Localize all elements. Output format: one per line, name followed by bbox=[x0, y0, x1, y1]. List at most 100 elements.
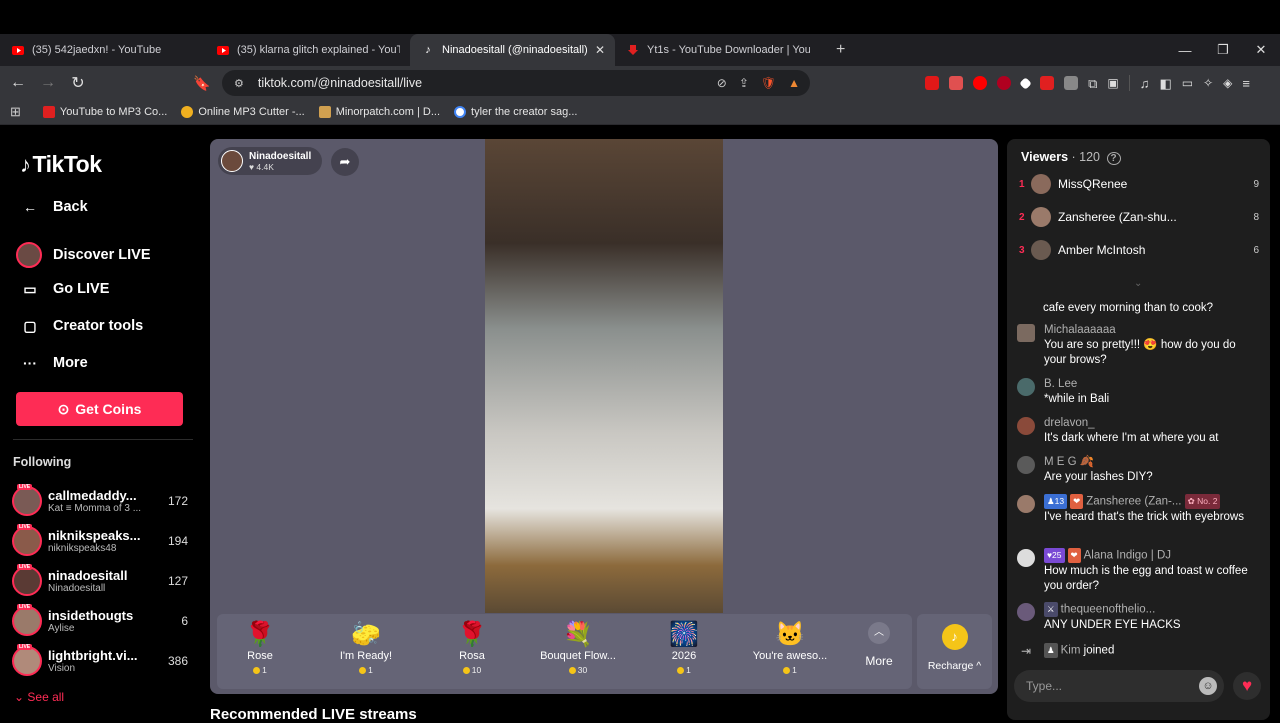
browser-tab[interactable]: (35) 542jaedxn! - YouTube bbox=[0, 34, 205, 66]
chevron-up-icon: ︿ bbox=[868, 622, 890, 644]
coin-icon bbox=[568, 667, 576, 675]
recharge-button[interactable]: ♪ Recharge ^ bbox=[917, 614, 992, 689]
bouquet-icon: 💐 bbox=[563, 621, 593, 648]
menu-icon[interactable]: ≡ bbox=[1242, 76, 1250, 91]
extension-icon[interactable] bbox=[1064, 76, 1079, 90]
url-field[interactable]: ⚙ tiktok.com/@ninadoesitall/live ⊘ ⇪ 🛡 ▲ bbox=[222, 70, 810, 96]
nav-back[interactable]: ← Back bbox=[20, 197, 88, 217]
message-user[interactable]: Kim bbox=[1061, 645, 1081, 657]
viewers-label: Viewers bbox=[1021, 150, 1069, 164]
coin-icon bbox=[677, 667, 685, 675]
more-gifts-label: More bbox=[865, 654, 893, 668]
more-gifts-button[interactable]: ︿ More bbox=[854, 622, 904, 668]
maximize-icon[interactable]: ❐ bbox=[1204, 42, 1242, 58]
following-name: callmedaddy... bbox=[48, 488, 137, 503]
music-icon[interactable]: ♫ bbox=[1140, 76, 1150, 91]
top-viewer-row[interactable]: 3 Amber McIntosh 6 bbox=[1019, 239, 1259, 261]
nav-creator-tools[interactable]: ▢ Creator tools bbox=[20, 316, 143, 336]
forward-nav-icon[interactable]: → bbox=[36, 74, 60, 92]
gift-item[interactable]: 🎆 2026 1 bbox=[638, 620, 730, 675]
chat-input[interactable]: Type... ☺ bbox=[1014, 670, 1224, 702]
avatar[interactable] bbox=[1017, 417, 1035, 435]
puzzle-icon[interactable]: ⧉ bbox=[1088, 76, 1097, 91]
host-info[interactable]: Ninadoesitall ♥ 4.4K bbox=[218, 147, 322, 175]
extension-icon[interactable] bbox=[1040, 76, 1055, 90]
browser-tab-active[interactable]: ♪ Ninadoesitall (@ninadoesitall) - TikTo… bbox=[410, 34, 615, 66]
media-icon[interactable]: ⊘ bbox=[717, 76, 727, 90]
avatar[interactable] bbox=[1017, 456, 1035, 474]
bookmark-item[interactable]: Online MP3 Cutter -... bbox=[181, 106, 305, 118]
vpn-icon[interactable]: ◈ bbox=[1223, 76, 1232, 90]
live-video[interactable] bbox=[485, 139, 723, 613]
close-window-icon[interactable]: ✕ bbox=[1242, 42, 1280, 58]
browser-tab[interactable]: (35) klarna glitch explained - YouTube bbox=[205, 34, 410, 66]
following-item[interactable]: LIVE insidethougts Aylise 6 bbox=[12, 603, 192, 639]
back-nav-icon[interactable]: ← bbox=[6, 74, 30, 92]
google-icon bbox=[454, 106, 467, 118]
top-viewer-row[interactable]: 1 MissQRenee 9 bbox=[1019, 173, 1259, 195]
level-badge-icon: ♟ bbox=[1044, 643, 1058, 658]
apps-grid-icon[interactable]: ⊞ bbox=[10, 104, 21, 120]
message-user[interactable]: Alana Indigo | DJ bbox=[1084, 550, 1171, 562]
viewer-rank: 3 bbox=[1019, 244, 1025, 256]
bookmark-item[interactable]: Minorpatch.com | D... bbox=[318, 106, 440, 118]
avatar[interactable] bbox=[1017, 603, 1035, 621]
tab-bar: (35) 542jaedxn! - YouTube (35) klarna gl… bbox=[0, 34, 1280, 66]
info-icon[interactable]: ? bbox=[1106, 152, 1121, 165]
browser-tab[interactable]: Yt1s - YouTube Downloader | YouTube bbox=[615, 34, 820, 66]
reload-icon[interactable]: ↻ bbox=[66, 73, 90, 93]
avatar[interactable] bbox=[1017, 495, 1035, 513]
gift-item[interactable]: 🌹 Rosa 10 bbox=[426, 620, 518, 675]
close-tab-icon[interactable]: ✕ bbox=[595, 43, 605, 57]
viewers-header[interactable]: Viewers · 120 ? bbox=[1021, 150, 1121, 165]
message-user[interactable]: drelavon_ bbox=[1044, 416, 1257, 431]
message-user[interactable]: thequeenofthelio... bbox=[1061, 604, 1156, 616]
like-heart-button[interactable]: ♥ bbox=[1233, 672, 1261, 700]
following-sub: Ninadoesitall bbox=[48, 583, 106, 594]
share-page-icon[interactable]: ⇪ bbox=[739, 76, 749, 90]
top-viewer-row[interactable]: 2 Zansheree (Zan-shu... 8 bbox=[1019, 206, 1259, 228]
bookmark-icon[interactable]: 🔖 bbox=[190, 75, 214, 92]
avatar[interactable] bbox=[1017, 324, 1035, 342]
leo-icon[interactable]: ✧ bbox=[1203, 76, 1213, 90]
following-item[interactable]: LIVE niknikspeaks... niknikspeaks48 194 bbox=[12, 523, 192, 559]
avatar[interactable] bbox=[1017, 378, 1035, 396]
bookmark-item[interactable]: YouTube to MP3 Co... bbox=[42, 106, 167, 118]
minorpatch-icon bbox=[318, 106, 331, 118]
site-settings-icon[interactable]: ⚙ bbox=[234, 77, 244, 90]
gift-item[interactable]: 🐱 You're aweso... 1 bbox=[744, 620, 836, 675]
new-tab-icon[interactable]: + bbox=[836, 41, 845, 59]
expand-chevron-icon[interactable]: ⌄ bbox=[1134, 278, 1142, 289]
see-all-link[interactable]: ⌄ See all bbox=[14, 690, 64, 704]
tab-search-icon[interactable]: ▣ bbox=[1107, 76, 1118, 90]
avatar[interactable] bbox=[1017, 549, 1035, 567]
message-user[interactable]: Zansheree (Zan-... bbox=[1086, 496, 1181, 508]
message-user[interactable]: M E G 🍂 bbox=[1044, 455, 1257, 470]
get-coins-button[interactable]: ⊙ Get Coins bbox=[16, 392, 183, 426]
bookmark-item[interactable]: tyler the creator sag... bbox=[454, 106, 577, 118]
brave-shield-icon[interactable]: 🛡 bbox=[761, 76, 776, 90]
gift-item[interactable]: 🌹 Rose 1 bbox=[214, 620, 306, 675]
extension-icon[interactable] bbox=[973, 76, 988, 90]
message-user[interactable]: B. Lee bbox=[1044, 377, 1257, 392]
following-item[interactable]: LIVE lightbright.vi... Vision 386 bbox=[12, 643, 192, 679]
message-user[interactable]: Michalaaaaaa bbox=[1044, 323, 1257, 338]
following-item[interactable]: LIVE ninadoesitall Ninadoesitall 127 bbox=[12, 563, 192, 599]
emoji-icon[interactable]: ☺ bbox=[1199, 677, 1217, 695]
extension-icon[interactable] bbox=[949, 76, 964, 90]
tiktok-logo[interactable]: ♪ TikTok bbox=[20, 151, 102, 178]
extension-icon[interactable] bbox=[925, 76, 940, 90]
rewards-icon[interactable]: ▲ bbox=[788, 76, 800, 90]
gift-item[interactable]: 🧽 I'm Ready! 1 bbox=[320, 620, 412, 675]
minimize-icon[interactable]: — bbox=[1166, 43, 1204, 58]
extension-icon[interactable] bbox=[997, 76, 1012, 90]
following-item[interactable]: LIVE callmedaddy... Kat ≡ Momma of 3 ... … bbox=[12, 483, 192, 519]
sidebar-icon[interactable]: ◧ bbox=[1159, 76, 1171, 91]
nav-discover-live[interactable]: Discover LIVE bbox=[16, 242, 151, 268]
wallet-icon[interactable]: ▭ bbox=[1182, 76, 1193, 90]
share-icon[interactable]: ➦ bbox=[331, 148, 359, 176]
extension-icon[interactable] bbox=[1019, 76, 1032, 90]
nav-go-live[interactable]: ▭ Go LIVE bbox=[20, 279, 109, 299]
nav-more[interactable]: ··· More bbox=[20, 353, 88, 373]
gift-item[interactable]: 💐 Bouquet Flow... 30 bbox=[532, 620, 624, 675]
